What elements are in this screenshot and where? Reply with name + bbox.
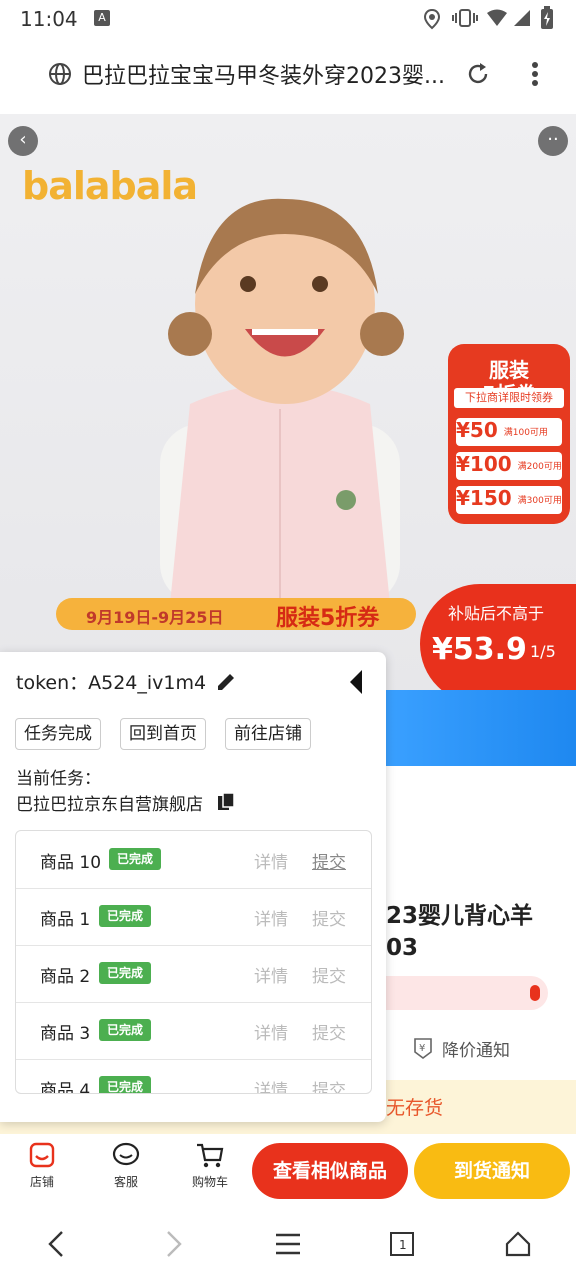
store-label: 店铺 [29, 1175, 54, 1189]
detail-link[interactable]: 详情 [254, 1019, 288, 1044]
status-badge: 已完成 [99, 962, 152, 984]
back-arrow-icon[interactable] [44, 1230, 68, 1258]
price-drop-icon[interactable]: ¥ [412, 1036, 434, 1060]
submit-link[interactable]: 提交 [312, 848, 346, 873]
promo-date: 9月19日-9月25日 [86, 608, 224, 627]
collapse-left-icon[interactable] [346, 668, 366, 696]
view-similar-button[interactable]: 查看相似商品 [252, 1143, 408, 1199]
detail-link[interactable]: 详情 [254, 1076, 288, 1093]
submit-link[interactable]: 提交 [312, 962, 346, 987]
detail-link[interactable]: 详情 [254, 905, 288, 930]
cart-icon [197, 1143, 224, 1168]
battery-icon [541, 6, 553, 29]
coupon-item[interactable]: ¥50 满100可用 [456, 418, 562, 446]
current-task-shop: 巴拉巴拉京东自营旗舰店 [16, 795, 203, 815]
location-icon [423, 8, 441, 30]
coupon-amount: ¥150 [456, 486, 512, 510]
alert-icon [530, 985, 540, 1001]
product-task-list: 商品 10 已完成 详情 提交 商品 1 已完成 详情 提交 商品 2 已完成 … [15, 830, 372, 1094]
page-title[interactable]: 巴拉巴拉宝宝马甲冬装外穿2023婴... [82, 58, 452, 90]
coupon-subtitle: 下拉商详限时领券 [454, 388, 564, 408]
list-item: 商品 2 已完成 详情 提交 [16, 945, 371, 1003]
detail-link[interactable]: 详情 [254, 848, 288, 873]
coupon-title-1: 服装 [489, 358, 529, 382]
menu-icon[interactable] [274, 1232, 302, 1256]
coupon-item[interactable]: ¥150 满300可用 [456, 486, 562, 514]
arrival-notify-button[interactable]: 到货通知 [414, 1143, 570, 1199]
product-image-carousel[interactable]: ‹ ·· balabala 服装 5折券 下拉商详限时领券 ¥50满100可用 … [0, 114, 576, 690]
coupon-amount: ¥50 [456, 418, 498, 442]
cart-label: 购物车 [191, 1175, 228, 1189]
product-name: 商品 4 [40, 1081, 91, 1094]
go-store-button[interactable]: 前往店铺 [225, 718, 311, 750]
price-value: ¥53.9 [432, 632, 527, 667]
globe-icon[interactable] [48, 62, 72, 86]
detail-link[interactable]: 详情 [254, 962, 288, 987]
svg-text:1: 1 [399, 1238, 407, 1252]
product-name: 商品 2 [40, 967, 91, 987]
list-item: 商品 10 已完成 详情 提交 [16, 831, 371, 889]
more-menu-icon[interactable] [530, 60, 540, 90]
submit-link[interactable]: 提交 [312, 1076, 346, 1093]
current-task-label: 当前任务： [16, 769, 101, 789]
task-complete-button[interactable]: 任务完成 [15, 718, 101, 750]
promo-text: 服装5折券 [276, 606, 380, 631]
status-badge: 已完成 [109, 848, 162, 870]
tabs-icon[interactable]: 1 [388, 1230, 416, 1258]
more-options-icon[interactable]: ·· [538, 126, 568, 156]
product-name: 商品 3 [40, 1024, 91, 1044]
chat-icon [112, 1142, 140, 1166]
promo-bar: 9月19日-9月25日 服装5折券 [56, 598, 416, 631]
reload-icon[interactable] [466, 62, 490, 86]
back-icon[interactable]: ‹ [8, 126, 38, 156]
browser-url-bar: 巴拉巴拉宝宝马甲冬装外穿2023婴... [0, 36, 576, 114]
list-item: 商品 4 已完成 详情 提交 [16, 1059, 371, 1094]
price-notice-label[interactable]: 降价通知 [442, 1036, 510, 1061]
notification-icon: A [94, 10, 110, 26]
svg-text:¥: ¥ [419, 1043, 425, 1054]
carousel-page-indicator: 1/5 [530, 642, 556, 661]
cart-button[interactable]: 购物车 [180, 1140, 240, 1190]
product-name: 商品 10 [40, 853, 102, 873]
coupon-amount: ¥100 [456, 452, 512, 476]
store-button[interactable]: 店铺 [12, 1140, 72, 1190]
customer-service-button[interactable]: 客服 [96, 1140, 156, 1190]
task-overlay-panel: token：A524_iv1m4 任务完成 回到首页 前往店铺 当前任务： 巴拉… [0, 652, 386, 1122]
price-badge: 补贴后不高于 ¥53.9 [420, 584, 576, 690]
edit-icon[interactable] [214, 670, 238, 694]
token-label: token：A524_iv1m4 [16, 672, 207, 694]
coupon-condition: 满300可用 [517, 496, 562, 506]
wifi-icon [487, 9, 507, 26]
stock-status: 无存货 [386, 1097, 444, 1119]
vibrate-icon [452, 9, 478, 27]
coupon-condition: 满200可用 [517, 462, 562, 472]
customer-service-label: 客服 [113, 1175, 138, 1189]
product-title: 23婴儿背心羊 03 [386, 903, 534, 961]
copy-icon[interactable] [216, 792, 236, 812]
status-bar: 11:04 A [0, 0, 576, 36]
status-badge: 已完成 [99, 1019, 152, 1041]
list-item: 商品 3 已完成 详情 提交 [16, 1002, 371, 1060]
coupon-item[interactable]: ¥100 满200可用 [456, 452, 562, 480]
submit-link[interactable]: 提交 [312, 1019, 346, 1044]
price-label: 补贴后不高于 [448, 604, 545, 623]
list-item: 商品 1 已完成 详情 提交 [16, 888, 371, 946]
home-icon[interactable] [504, 1230, 532, 1258]
store-icon [29, 1142, 55, 1168]
browser-nav-bar: 1 [0, 1210, 576, 1280]
back-home-button[interactable]: 回到首页 [120, 718, 206, 750]
product-photo [160, 198, 404, 604]
status-time: 11:04 [20, 7, 78, 31]
coupon-condition: 满100可用 [503, 428, 548, 438]
product-name: 商品 1 [40, 910, 91, 930]
forward-arrow-icon[interactable] [162, 1230, 186, 1258]
price-pill [386, 976, 548, 1010]
promo-banner[interactable] [386, 690, 576, 766]
submit-link[interactable]: 提交 [312, 905, 346, 930]
status-badge: 已完成 [99, 905, 152, 927]
status-badge: 已完成 [99, 1076, 152, 1093]
signal-icon [514, 10, 530, 26]
